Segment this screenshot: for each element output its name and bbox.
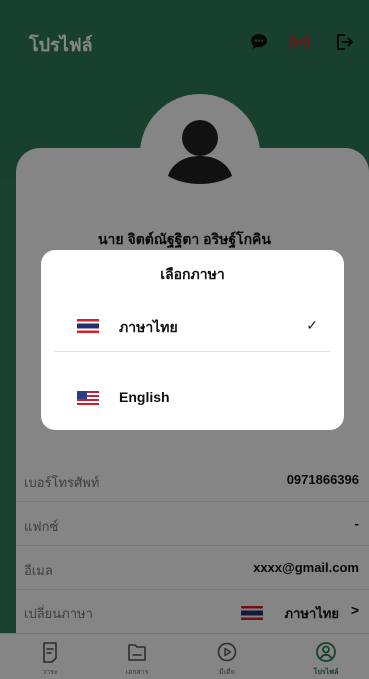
language-option-english[interactable]: English xyxy=(41,374,344,422)
language-option-thai[interactable]: ภาษาไทย ✓ xyxy=(41,302,344,350)
option-label: ภาษาไทย xyxy=(119,319,178,335)
option-label: English xyxy=(119,389,170,405)
modal-title: เลือกภาษา xyxy=(160,266,225,282)
thailand-flag-icon xyxy=(77,319,99,333)
profile-screen: โปรไฟล์ นาย จิตต์ณัฐฐิตา อริษฐ์โกคิน เบอ… xyxy=(0,0,369,679)
usa-flag-icon xyxy=(77,391,99,405)
divider xyxy=(55,351,330,352)
language-picker-modal: เลือกภาษา ภาษาไทย ✓ English xyxy=(41,250,344,430)
check-icon: ✓ xyxy=(306,317,318,333)
